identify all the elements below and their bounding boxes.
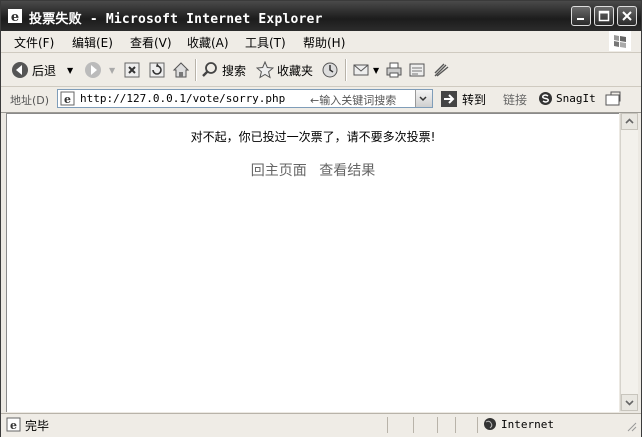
- close-icon: [622, 11, 632, 21]
- back-arrow-icon: [12, 62, 28, 78]
- messenger-button[interactable]: [432, 59, 450, 81]
- browser-window: e 投票失败 - Microsoft Internet Explorer 文件(…: [0, 0, 642, 437]
- star-icon: [256, 61, 274, 79]
- menu-edit[interactable]: 编辑(E): [72, 34, 113, 51]
- back-button[interactable]: 后退 ▼: [11, 59, 73, 81]
- status-text: 完毕: [25, 419, 50, 433]
- snagit-capture-icon[interactable]: [605, 91, 621, 107]
- home-page-link[interactable]: 回主页面: [251, 163, 307, 179]
- page-icon: e: [60, 91, 75, 106]
- forward-dropdown-icon[interactable]: ▼: [109, 66, 115, 75]
- security-zone: Internet: [483, 417, 554, 431]
- mail-icon: [353, 64, 369, 76]
- toolbar-separator: [195, 59, 197, 81]
- error-message: 对不起，你已投过一次票了，请不要多次投票!: [190, 130, 436, 144]
- page-links: 回主页面 查看结果: [7, 160, 619, 180]
- snagit-button[interactable]: SnagIt: [538, 91, 596, 106]
- menu-tools[interactable]: 工具(T): [245, 34, 286, 51]
- edit-page-icon: [409, 63, 425, 77]
- forward-button[interactable]: ▼: [84, 59, 115, 81]
- refresh-button[interactable]: [148, 59, 166, 81]
- back-label: 后退: [32, 63, 57, 78]
- svg-text:e: e: [10, 419, 17, 432]
- home-icon: [172, 62, 190, 78]
- menu-file[interactable]: 文件(F): [14, 34, 54, 51]
- scroll-up-button[interactable]: [621, 113, 638, 130]
- search-hint: ←输入关键词搜索: [310, 94, 397, 107]
- search-icon: [202, 62, 217, 77]
- scroll-down-icon: [625, 400, 634, 406]
- mail-button[interactable]: ▼: [352, 59, 379, 81]
- maximize-icon: [598, 10, 610, 22]
- status-divider: [437, 417, 438, 433]
- printer-icon: [386, 62, 402, 78]
- menu-favorites[interactable]: 收藏(A): [187, 34, 229, 51]
- history-icon: [322, 62, 338, 78]
- go-button[interactable]: 转到: [440, 90, 486, 108]
- favorites-label: 收藏夹: [277, 63, 314, 78]
- resize-grip-icon[interactable]: [625, 420, 637, 432]
- status-divider: [413, 417, 414, 433]
- address-url: http://127.0.0.1/vote/sorry.php: [80, 92, 286, 105]
- print-button[interactable]: [385, 59, 403, 81]
- snagit-label: SnagIt: [556, 92, 596, 105]
- svg-text:e: e: [64, 93, 71, 106]
- minimize-button[interactable]: [571, 6, 591, 26]
- history-button[interactable]: [321, 59, 339, 81]
- forward-arrow-icon: [85, 62, 101, 78]
- maximize-button[interactable]: [594, 6, 614, 26]
- status-divider: [455, 417, 456, 433]
- mail-dropdown-icon[interactable]: ▼: [373, 66, 379, 75]
- scroll-up-icon: [625, 118, 634, 124]
- svg-text:e: e: [11, 10, 19, 24]
- address-label: 地址(D): [10, 94, 50, 107]
- menu-view[interactable]: 查看(V): [130, 34, 172, 51]
- chevron-down-icon: [419, 96, 427, 102]
- windows-logo-icon: [609, 31, 631, 51]
- favorites-button[interactable]: 收藏夹: [256, 59, 313, 81]
- address-dropdown-button[interactable]: [415, 90, 432, 107]
- page-status-icon: e: [6, 417, 21, 432]
- address-bar: 地址(D) e http://127.0.0.1/vote/sorry.php …: [1, 87, 641, 113]
- toolbar-separator: [345, 59, 347, 81]
- edit-button[interactable]: [408, 59, 426, 81]
- ie-logo-icon: e: [8, 9, 22, 24]
- zone-label: Internet: [501, 417, 554, 431]
- window-title: 投票失败 - Microsoft Internet Explorer: [29, 12, 323, 27]
- page-content: 对不起，你已投过一次票了，请不要多次投票! 回主页面 查看结果: [6, 113, 619, 412]
- back-dropdown-icon[interactable]: ▼: [67, 66, 73, 75]
- search-label: 搜索: [222, 63, 247, 78]
- messenger-icon: [434, 63, 449, 77]
- menu-bar: 文件(F) 编辑(E) 查看(V) 收藏(A) 工具(T) 帮助(H): [1, 31, 641, 53]
- links-button[interactable]: 链接: [503, 91, 527, 108]
- status-divider: [477, 417, 478, 433]
- go-label: 转到: [462, 92, 487, 107]
- home-button[interactable]: [172, 59, 190, 81]
- status-divider: [387, 417, 388, 433]
- globe-icon: [484, 418, 496, 430]
- view-results-link[interactable]: 查看结果: [319, 163, 375, 179]
- snagit-icon: [539, 92, 552, 105]
- status-bar: e 完毕 Internet: [1, 413, 641, 437]
- standard-toolbar: 后退 ▼ ▼ 搜索 收藏夹 ▼: [1, 53, 641, 87]
- scroll-down-button[interactable]: [621, 394, 638, 411]
- stop-button[interactable]: [123, 59, 141, 81]
- refresh-icon: [149, 62, 165, 78]
- search-button[interactable]: 搜索: [201, 59, 246, 81]
- menu-help[interactable]: 帮助(H): [303, 34, 345, 51]
- close-button[interactable]: [617, 6, 637, 26]
- vertical-scrollbar[interactable]: [620, 113, 638, 411]
- stop-icon: [124, 62, 140, 78]
- minimize-icon: [577, 18, 584, 20]
- go-arrow-icon: [441, 91, 457, 107]
- title-bar: e 投票失败 - Microsoft Internet Explorer: [1, 1, 641, 31]
- address-input[interactable]: e http://127.0.0.1/vote/sorry.php ←输入关键词…: [57, 89, 433, 108]
